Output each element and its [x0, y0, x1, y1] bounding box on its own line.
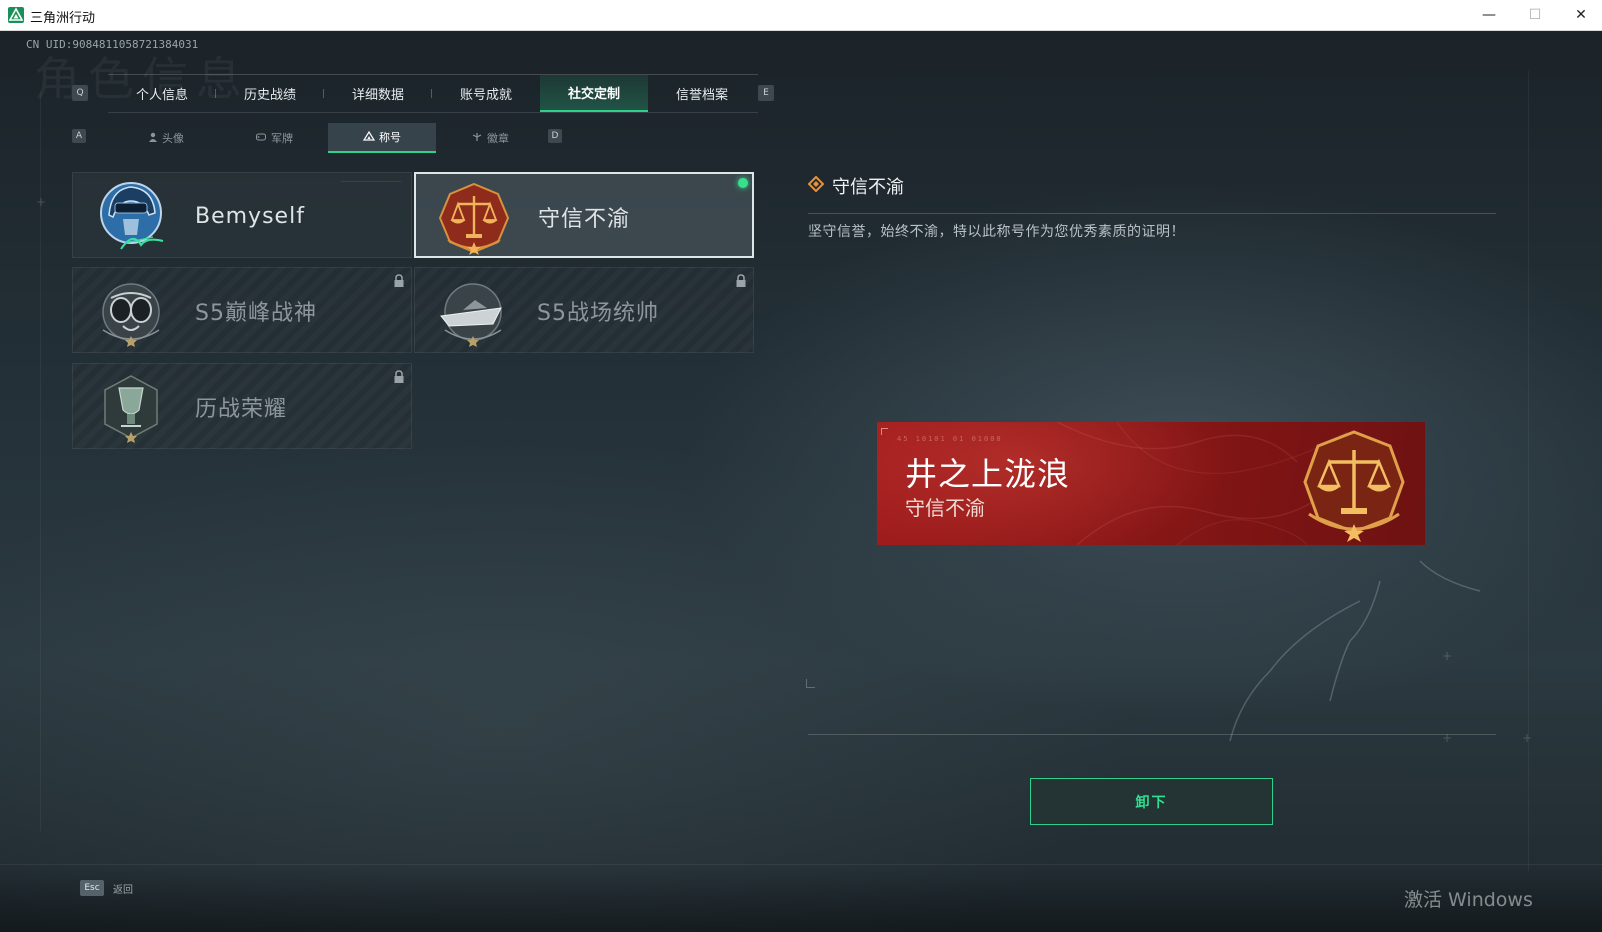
nameplate-title: 守信不渝	[905, 496, 985, 520]
tab-label: 历史战绩	[243, 88, 296, 103]
frame-corner	[806, 679, 815, 688]
title-name: 历战荣耀	[195, 397, 288, 422]
subtab-label: 徽章	[487, 132, 509, 145]
tab-label: 信誉档案	[675, 88, 728, 103]
footer-bar	[0, 866, 1602, 932]
dogtag-icon	[255, 132, 267, 145]
title-card-s5-battlefield-marshal[interactable]: S5战场统帅	[414, 267, 754, 353]
scales-icon	[438, 182, 510, 255]
back-label[interactable]: 返回	[113, 881, 133, 896]
next-tab-key-hint: E	[758, 85, 774, 101]
close-button[interactable]: ✕	[1558, 0, 1602, 30]
title-card-keep-faith[interactable]: 守信不渝	[414, 172, 754, 258]
title-name: S5巅峰战神	[195, 301, 317, 326]
prev-tab-key-hint: Q	[72, 85, 88, 101]
tab-label: 社交定制	[567, 87, 620, 102]
person-icon	[148, 132, 158, 145]
app-logo-icon	[8, 7, 24, 23]
nameplate-preview: 45 10101 01 01000 井之上泷浪 守信不渝	[877, 422, 1425, 545]
subtab-label: 称号	[379, 131, 401, 144]
unequip-button[interactable]: 卸下	[1030, 778, 1273, 825]
nameplate-code: 45 10101 01 01000	[897, 435, 1003, 443]
sub-tab-bar: 头像 军牌 称号 徽章	[112, 123, 544, 153]
trophy-icon	[104, 375, 158, 443]
diving-mask-icon	[102, 283, 160, 347]
tab-reputation-record[interactable]: 信誉档案	[648, 75, 756, 112]
subtab-label: 军牌	[271, 132, 293, 145]
card-decoration	[341, 181, 401, 182]
title-name: Bemyself	[195, 203, 305, 229]
subtab-label: 头像	[162, 132, 184, 145]
lock-icon	[736, 274, 746, 287]
grid-line	[1528, 71, 1529, 871]
title-card-battle-glory[interactable]: 历战荣耀	[72, 363, 412, 449]
speedboat-icon	[440, 283, 502, 347]
next-subtab-key-hint: D	[548, 129, 562, 143]
game-viewport: 角色信息 CN UID:9084811058721384031 + + + + …	[0, 31, 1602, 932]
esc-key-button[interactable]: Esc	[80, 880, 104, 896]
selected-title-heading: 守信不渝	[832, 177, 904, 198]
activate-windows-watermark: 激活 Windows	[1404, 889, 1533, 911]
tab-match-history[interactable]: 历史战绩	[216, 75, 324, 112]
subtab-title[interactable]: 称号	[328, 123, 436, 153]
lightning-decoration	[1229, 560, 1481, 742]
tabs-bottom-line	[108, 112, 758, 113]
selected-title-description: 坚守信誉，始终不渝，特以此称号作为您优秀素质的证明！	[808, 224, 1185, 240]
tab-social-customization[interactable]: 社交定制	[540, 75, 648, 112]
title-icon	[362, 130, 376, 144]
tab-label: 详细数据	[351, 88, 404, 103]
tab-achievements[interactable]: 账号成就	[432, 75, 540, 112]
detail-divider	[808, 213, 1496, 214]
window-titlebar: 三角洲行动 — ☐ ✕	[0, 0, 1602, 31]
main-tab-bar: 个人信息 历史战绩 详细数据 账号成就 社交定制 信誉档案	[108, 75, 756, 112]
plus-mark: +	[1522, 731, 1533, 745]
title-card-s5-peak-warlord[interactable]: S5巅峰战神	[72, 267, 412, 353]
prev-subtab-key-hint: A	[72, 129, 86, 143]
window-title: 三角洲行动	[30, 11, 96, 26]
tab-personal-info[interactable]: 个人信息	[108, 75, 216, 112]
tab-label: 个人信息	[135, 88, 188, 103]
title-name: 守信不渝	[538, 207, 631, 232]
badge-icon	[471, 132, 483, 145]
frame-corner	[881, 428, 888, 435]
tab-label: 账号成就	[459, 88, 512, 103]
subtab-emblem[interactable]: 徽章	[436, 123, 544, 153]
diamond-marker-icon	[808, 176, 824, 192]
maximize-button[interactable]: ☐	[1512, 0, 1558, 30]
lock-icon	[394, 370, 404, 383]
minimize-button[interactable]: —	[1466, 0, 1512, 30]
player-name: 井之上泷浪	[905, 455, 1071, 493]
plus-mark: +	[36, 195, 47, 209]
tab-detailed-stats[interactable]: 详细数据	[324, 75, 432, 112]
title-name: S5战场统帅	[537, 301, 659, 326]
footer-divider	[0, 864, 1602, 865]
equipped-indicator	[738, 178, 748, 188]
title-card-bemyself[interactable]: Bemyself	[72, 172, 412, 258]
subtab-dogtag[interactable]: 军牌	[220, 123, 328, 153]
scales-emblem-icon	[1303, 430, 1405, 542]
player-uid: CN UID:9084811058721384031	[26, 38, 199, 51]
subtab-avatar[interactable]: 头像	[112, 123, 220, 153]
lock-icon	[394, 274, 404, 287]
helmet-signature-icon	[100, 182, 164, 250]
